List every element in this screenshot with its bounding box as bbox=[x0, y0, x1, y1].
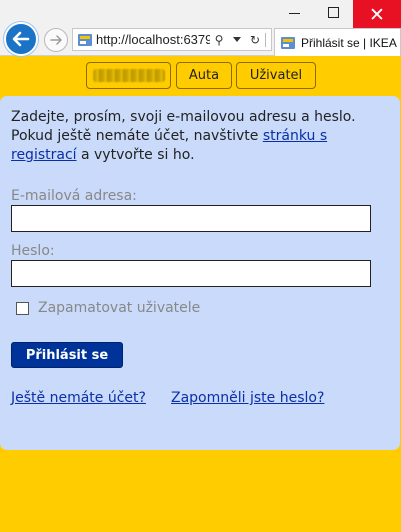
tab-favicon-icon bbox=[281, 36, 295, 49]
browser-tab[interactable]: Přihlásit se | IKEA Sk bbox=[274, 28, 401, 56]
address-separator bbox=[265, 32, 266, 47]
intro-text: Zadejte, prosím, svoji e-mailovou adresu… bbox=[11, 108, 391, 165]
back-button[interactable] bbox=[4, 22, 38, 56]
blurred-logo bbox=[92, 69, 165, 82]
tab-title: Přihlásit se | IKEA Sk bbox=[301, 35, 400, 50]
remember-user-checkbox[interactable] bbox=[16, 301, 29, 315]
maximize-button[interactable] bbox=[313, 0, 353, 30]
forgot-password-link[interactable]: Zapomněli jste heslo? bbox=[171, 390, 324, 406]
remember-user-row[interactable]: Zapamatovat uživatele bbox=[16, 300, 200, 316]
nav-home-logo-button[interactable] bbox=[86, 62, 171, 89]
back-arrow-icon bbox=[12, 31, 30, 47]
nav-uzivatel-button[interactable]: Uživatel bbox=[236, 62, 316, 89]
nav-auta-button[interactable]: Auta bbox=[176, 62, 232, 89]
intro-tail: a vytvořte si ho. bbox=[76, 147, 195, 163]
login-panel: Zadejte, prosím, svoji e-mailovou adresu… bbox=[0, 96, 400, 450]
forward-arrow-icon bbox=[50, 35, 62, 45]
close-icon: ✕ bbox=[369, 4, 385, 26]
minimize-button[interactable] bbox=[275, 0, 313, 30]
search-icon[interactable]: ⚲ bbox=[210, 29, 228, 50]
address-bar[interactable]: http://localhost:63793/ ⚲ ↻ bbox=[72, 28, 272, 51]
email-label: E-mailová adresa: bbox=[11, 188, 137, 204]
email-field[interactable] bbox=[11, 205, 371, 232]
refresh-icon[interactable]: ↻ bbox=[246, 29, 264, 50]
login-submit-button[interactable]: Přihlásit se bbox=[11, 342, 123, 368]
close-button[interactable]: ✕ bbox=[353, 0, 401, 30]
site-favicon-icon bbox=[78, 33, 92, 46]
address-url[interactable]: http://localhost:63793/ bbox=[96, 32, 210, 47]
browser-chrome: ✕ http://localhost:63793/ ⚲ ↻ Přihlásit bbox=[0, 0, 401, 56]
dropdown-icon[interactable] bbox=[228, 29, 246, 50]
site-nav: Auta Uživatel bbox=[0, 62, 401, 90]
password-field[interactable] bbox=[11, 260, 371, 287]
remember-user-label: Zapamatovat uživatele bbox=[38, 300, 201, 316]
forward-button[interactable] bbox=[44, 28, 68, 52]
password-label: Heslo: bbox=[11, 243, 55, 259]
register-link[interactable]: Ještě nemáte účet? bbox=[11, 390, 146, 406]
